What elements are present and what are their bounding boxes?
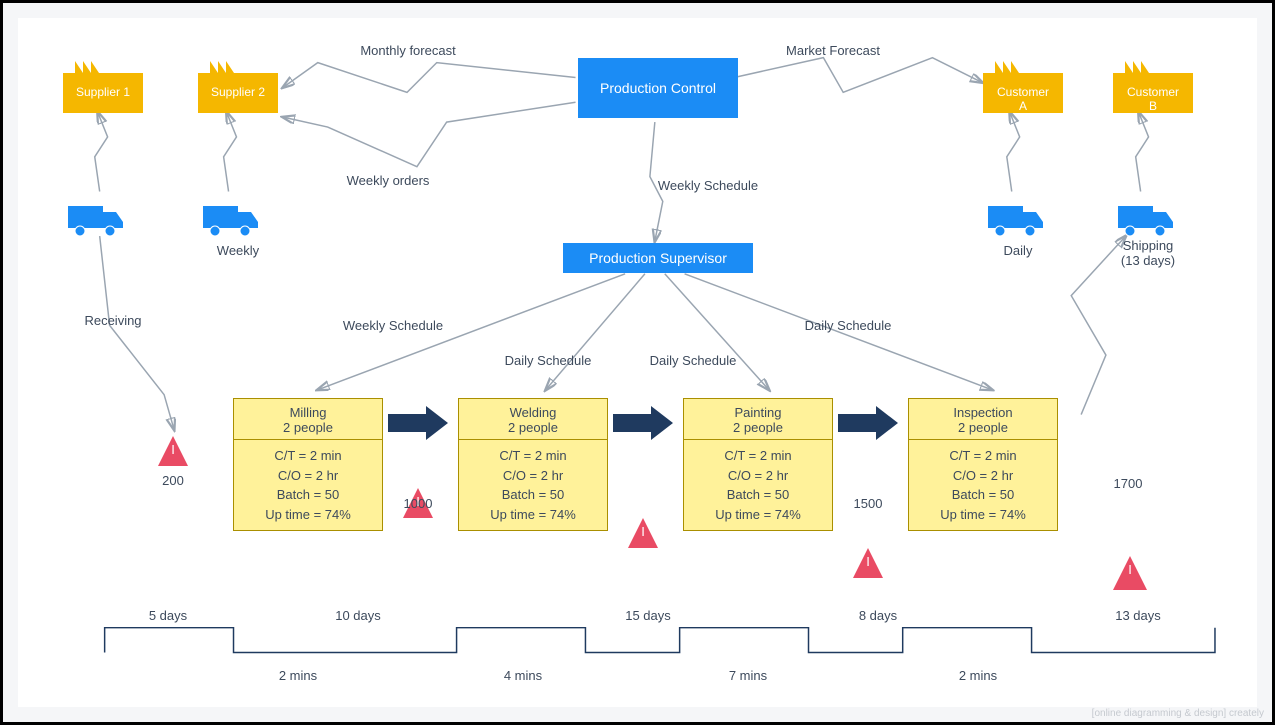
- timeline-d5: 13 days: [1098, 608, 1178, 623]
- customer-a-label: Customer A: [983, 85, 1063, 113]
- truck-customer-b: [1118, 198, 1173, 238]
- truck-customer-a: [988, 198, 1043, 238]
- supplier-1-label: Supplier 1: [63, 85, 143, 99]
- timeline-d3: 15 days: [608, 608, 688, 623]
- welding-people: 2 people: [463, 420, 603, 435]
- inspection-batch: Batch = 50: [913, 485, 1053, 505]
- timeline-m3: 7 mins: [708, 668, 788, 683]
- inventory-qty-3: 1500: [843, 496, 893, 511]
- truck-supplier-2: [203, 198, 258, 238]
- daily-label: Daily: [988, 243, 1048, 258]
- supplier-2-label: Supplier 2: [198, 85, 278, 99]
- customer-b-factory: Customer B: [1113, 53, 1193, 113]
- truck-supplier-1: [68, 198, 123, 238]
- daily-schedule-2-label: Daily Schedule: [633, 353, 753, 368]
- milling-up: Up time = 74%: [238, 505, 378, 525]
- daily-schedule-3-label: Daily Schedule: [788, 318, 908, 333]
- weekly-schedule-2-label: Weekly Schedule: [328, 318, 458, 333]
- production-supervisor-box: Production Supervisor: [563, 243, 753, 273]
- process-inspection: Inspection2 people C/T = 2 minC/O = 2 hr…: [908, 398, 1058, 531]
- welding-batch: Batch = 50: [463, 485, 603, 505]
- painting-up: Up time = 74%: [688, 505, 828, 525]
- painting-ct: C/T = 2 min: [688, 446, 828, 466]
- timeline-m1: 2 mins: [258, 668, 338, 683]
- weekly-orders-label: Weekly orders: [328, 173, 448, 188]
- inventory-qty-2: 1000: [393, 496, 443, 511]
- painting-co: C/O = 2 hr: [688, 466, 828, 486]
- milling-batch: Batch = 50: [238, 485, 378, 505]
- supplier-2-factory: Supplier 2: [198, 53, 278, 113]
- inventory-triangle-5: I: [1113, 556, 1147, 590]
- monthly-forecast-label: Monthly forecast: [338, 43, 478, 58]
- timeline-d2: 10 days: [318, 608, 398, 623]
- weekly-label: Weekly: [198, 243, 278, 258]
- process-painting: Painting2 people C/T = 2 minC/O = 2 hrBa…: [683, 398, 833, 531]
- milling-co: C/O = 2 hr: [238, 466, 378, 486]
- push-arrow-1: [388, 406, 448, 440]
- timeline-d1: 5 days: [128, 608, 208, 623]
- milling-people: 2 people: [238, 420, 378, 435]
- inventory-triangle-3: I: [628, 518, 658, 548]
- welding-up: Up time = 74%: [463, 505, 603, 525]
- push-arrow-3: [838, 406, 898, 440]
- supplier-1-factory: Supplier 1: [63, 53, 143, 113]
- welding-co: C/O = 2 hr: [463, 466, 603, 486]
- daily-schedule-1-label: Daily Schedule: [488, 353, 608, 368]
- inventory-qty-1: 200: [148, 473, 198, 488]
- inspection-co: C/O = 2 hr: [913, 466, 1053, 486]
- timeline-m2: 4 mins: [483, 668, 563, 683]
- shipping-label: Shipping (13 days): [1108, 238, 1188, 268]
- inventory-triangle-1: I: [158, 436, 188, 466]
- inventory-qty-4: 1700: [1103, 476, 1153, 491]
- watermark: [online diagramming & design] creately: [1092, 708, 1264, 719]
- weekly-schedule-label: Weekly Schedule: [648, 178, 768, 193]
- customer-a-factory: Customer A: [983, 53, 1063, 113]
- inspection-people: 2 people: [913, 420, 1053, 435]
- receiving-label: Receiving: [73, 313, 153, 328]
- painting-title: Painting: [688, 405, 828, 420]
- process-welding: Welding2 people C/T = 2 minC/O = 2 hrBat…: [458, 398, 608, 531]
- painting-batch: Batch = 50: [688, 485, 828, 505]
- push-arrow-2: [613, 406, 673, 440]
- timeline-m4: 2 mins: [938, 668, 1018, 683]
- inventory-triangle-4: I: [853, 548, 883, 578]
- production-control-box: Production Control: [578, 58, 738, 118]
- welding-title: Welding: [463, 405, 603, 420]
- customer-b-label: Customer B: [1113, 85, 1193, 113]
- milling-ct: C/T = 2 min: [238, 446, 378, 466]
- timeline-d4: 8 days: [838, 608, 918, 623]
- painting-people: 2 people: [688, 420, 828, 435]
- welding-ct: C/T = 2 min: [463, 446, 603, 466]
- market-forecast-label: Market Forecast: [763, 43, 903, 58]
- inspection-ct: C/T = 2 min: [913, 446, 1053, 466]
- milling-title: Milling: [238, 405, 378, 420]
- process-milling: Milling2 people C/T = 2 minC/O = 2 hrBat…: [233, 398, 383, 531]
- inspection-up: Up time = 74%: [913, 505, 1053, 525]
- inspection-title: Inspection: [913, 405, 1053, 420]
